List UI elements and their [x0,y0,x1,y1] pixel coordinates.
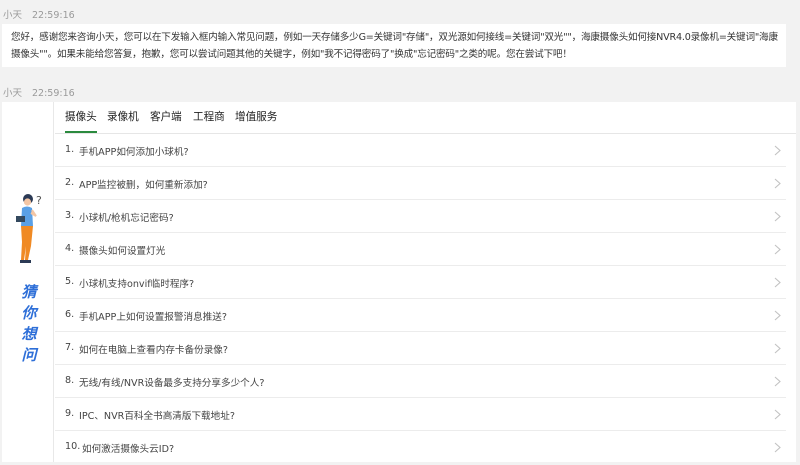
faq-item-question: 手机APP如何添加小球机? [79,147,189,158]
message-meta: 小天 22:59:16 [3,7,75,21]
chevron-right-icon [774,211,781,222]
faq-item-question: 如何在电脑上查看内存卡备份录像? [79,345,228,356]
sender-name: 小天 [3,10,23,21]
faq-item-number: 10. [65,441,81,452]
faq-item[interactable]: 1. 手机APP如何添加小球机? [55,134,786,167]
tab-recorder[interactable]: 录像机 [107,109,139,131]
faq-side-panel: ? 猜 你 想 问 [2,102,54,462]
faq-item[interactable]: 3. 小球机/枪机忘记密码? [55,200,786,233]
faq-item-question: APP监控被删，如何重新添加? [79,180,208,191]
message-time: 22:59:16 [32,10,75,21]
tab-camera[interactable]: 摄像头 [65,109,97,133]
person-with-question-illustration: ? [16,194,42,263]
faq-item-number: 7. [65,342,75,353]
faq-item-number: 5. [65,276,75,287]
faq-item[interactable]: 7. 如何在电脑上查看内存卡备份录像? [55,332,786,365]
faq-item-number: 3. [65,210,75,221]
chevron-right-icon [774,178,781,189]
faq-item-number: 9. [65,408,75,419]
faq-item-question: 如何激活摄像头云ID? [82,444,175,455]
chevron-right-icon [774,277,781,288]
tab-value-added-service[interactable]: 增值服务 [235,109,277,131]
chevron-right-icon [774,244,781,255]
faq-item-number: 8. [65,375,75,386]
message-time: 22:59:16 [32,88,75,99]
chevron-right-icon [774,376,781,387]
faq-item[interactable]: 10. 如何激活摄像头云ID? [55,431,786,464]
sender-name: 小天 [3,88,23,99]
faq-item[interactable]: 8. 无线/有线/NVR设备最多支持分享多少个人? [55,365,786,398]
chevron-right-icon [774,343,781,354]
faq-item[interactable]: 4. 摄像头如何设置灯光 [55,233,786,266]
faq-item[interactable]: 2. APP监控被删，如何重新添加? [55,167,786,200]
faq-card: ? 猜 你 想 问 摄像头 录像机 客户端 工程商 增值服务 1. 手机APP如… [2,102,796,462]
faq-item-question: 摄像头如何设置灯光 [79,246,166,257]
message-bubble: 您好，感谢您来咨询小天，您可以在下发输入框内输入常见问题，例如一天存储多少G=关… [2,24,786,67]
faq-tabs: 摄像头 录像机 客户端 工程商 增值服务 [65,102,796,133]
faq-item[interactable]: 5. 小球机支持onvif临时程序? [55,266,786,299]
faq-item-question: IPC、NVR百科全书高清版下载地址? [79,411,235,422]
chevron-right-icon [774,310,781,321]
faq-item-number: 1. [65,144,75,155]
chevron-right-icon [774,409,781,420]
chevron-right-icon [774,442,781,453]
faq-item-question: 无线/有线/NVR设备最多支持分享多少个人? [79,378,265,389]
faq-item-number: 2. [65,177,75,188]
message-text: 您好，感谢您来咨询小天，您可以在下发输入框内输入常见问题，例如一天存储多少G=关… [11,32,778,60]
svg-text:?: ? [36,194,42,207]
faq-item-number: 4. [65,243,75,254]
message-meta: 小天 22:59:16 [3,85,75,99]
faq-item-question: 小球机支持onvif临时程序? [79,279,195,290]
chevron-right-icon [774,145,781,156]
faq-item-question: 手机APP上如何设置报警消息推送? [79,312,227,323]
tab-installer[interactable]: 工程商 [193,109,225,131]
faq-item[interactable]: 6. 手机APP上如何设置报警消息推送? [55,299,786,332]
faq-item[interactable]: 9. IPC、NVR百科全书高清版下载地址? [55,398,786,431]
tab-client[interactable]: 客户端 [150,109,182,131]
faq-item-question: 小球机/枪机忘记密码? [79,213,174,224]
faq-item-number: 6. [65,309,75,320]
guess-you-ask-label: 猜 你 想 问 [21,283,37,364]
faq-list: 1. 手机APP如何添加小球机? 2. APP监控被删，如何重新添加? 3. 小… [55,134,786,464]
